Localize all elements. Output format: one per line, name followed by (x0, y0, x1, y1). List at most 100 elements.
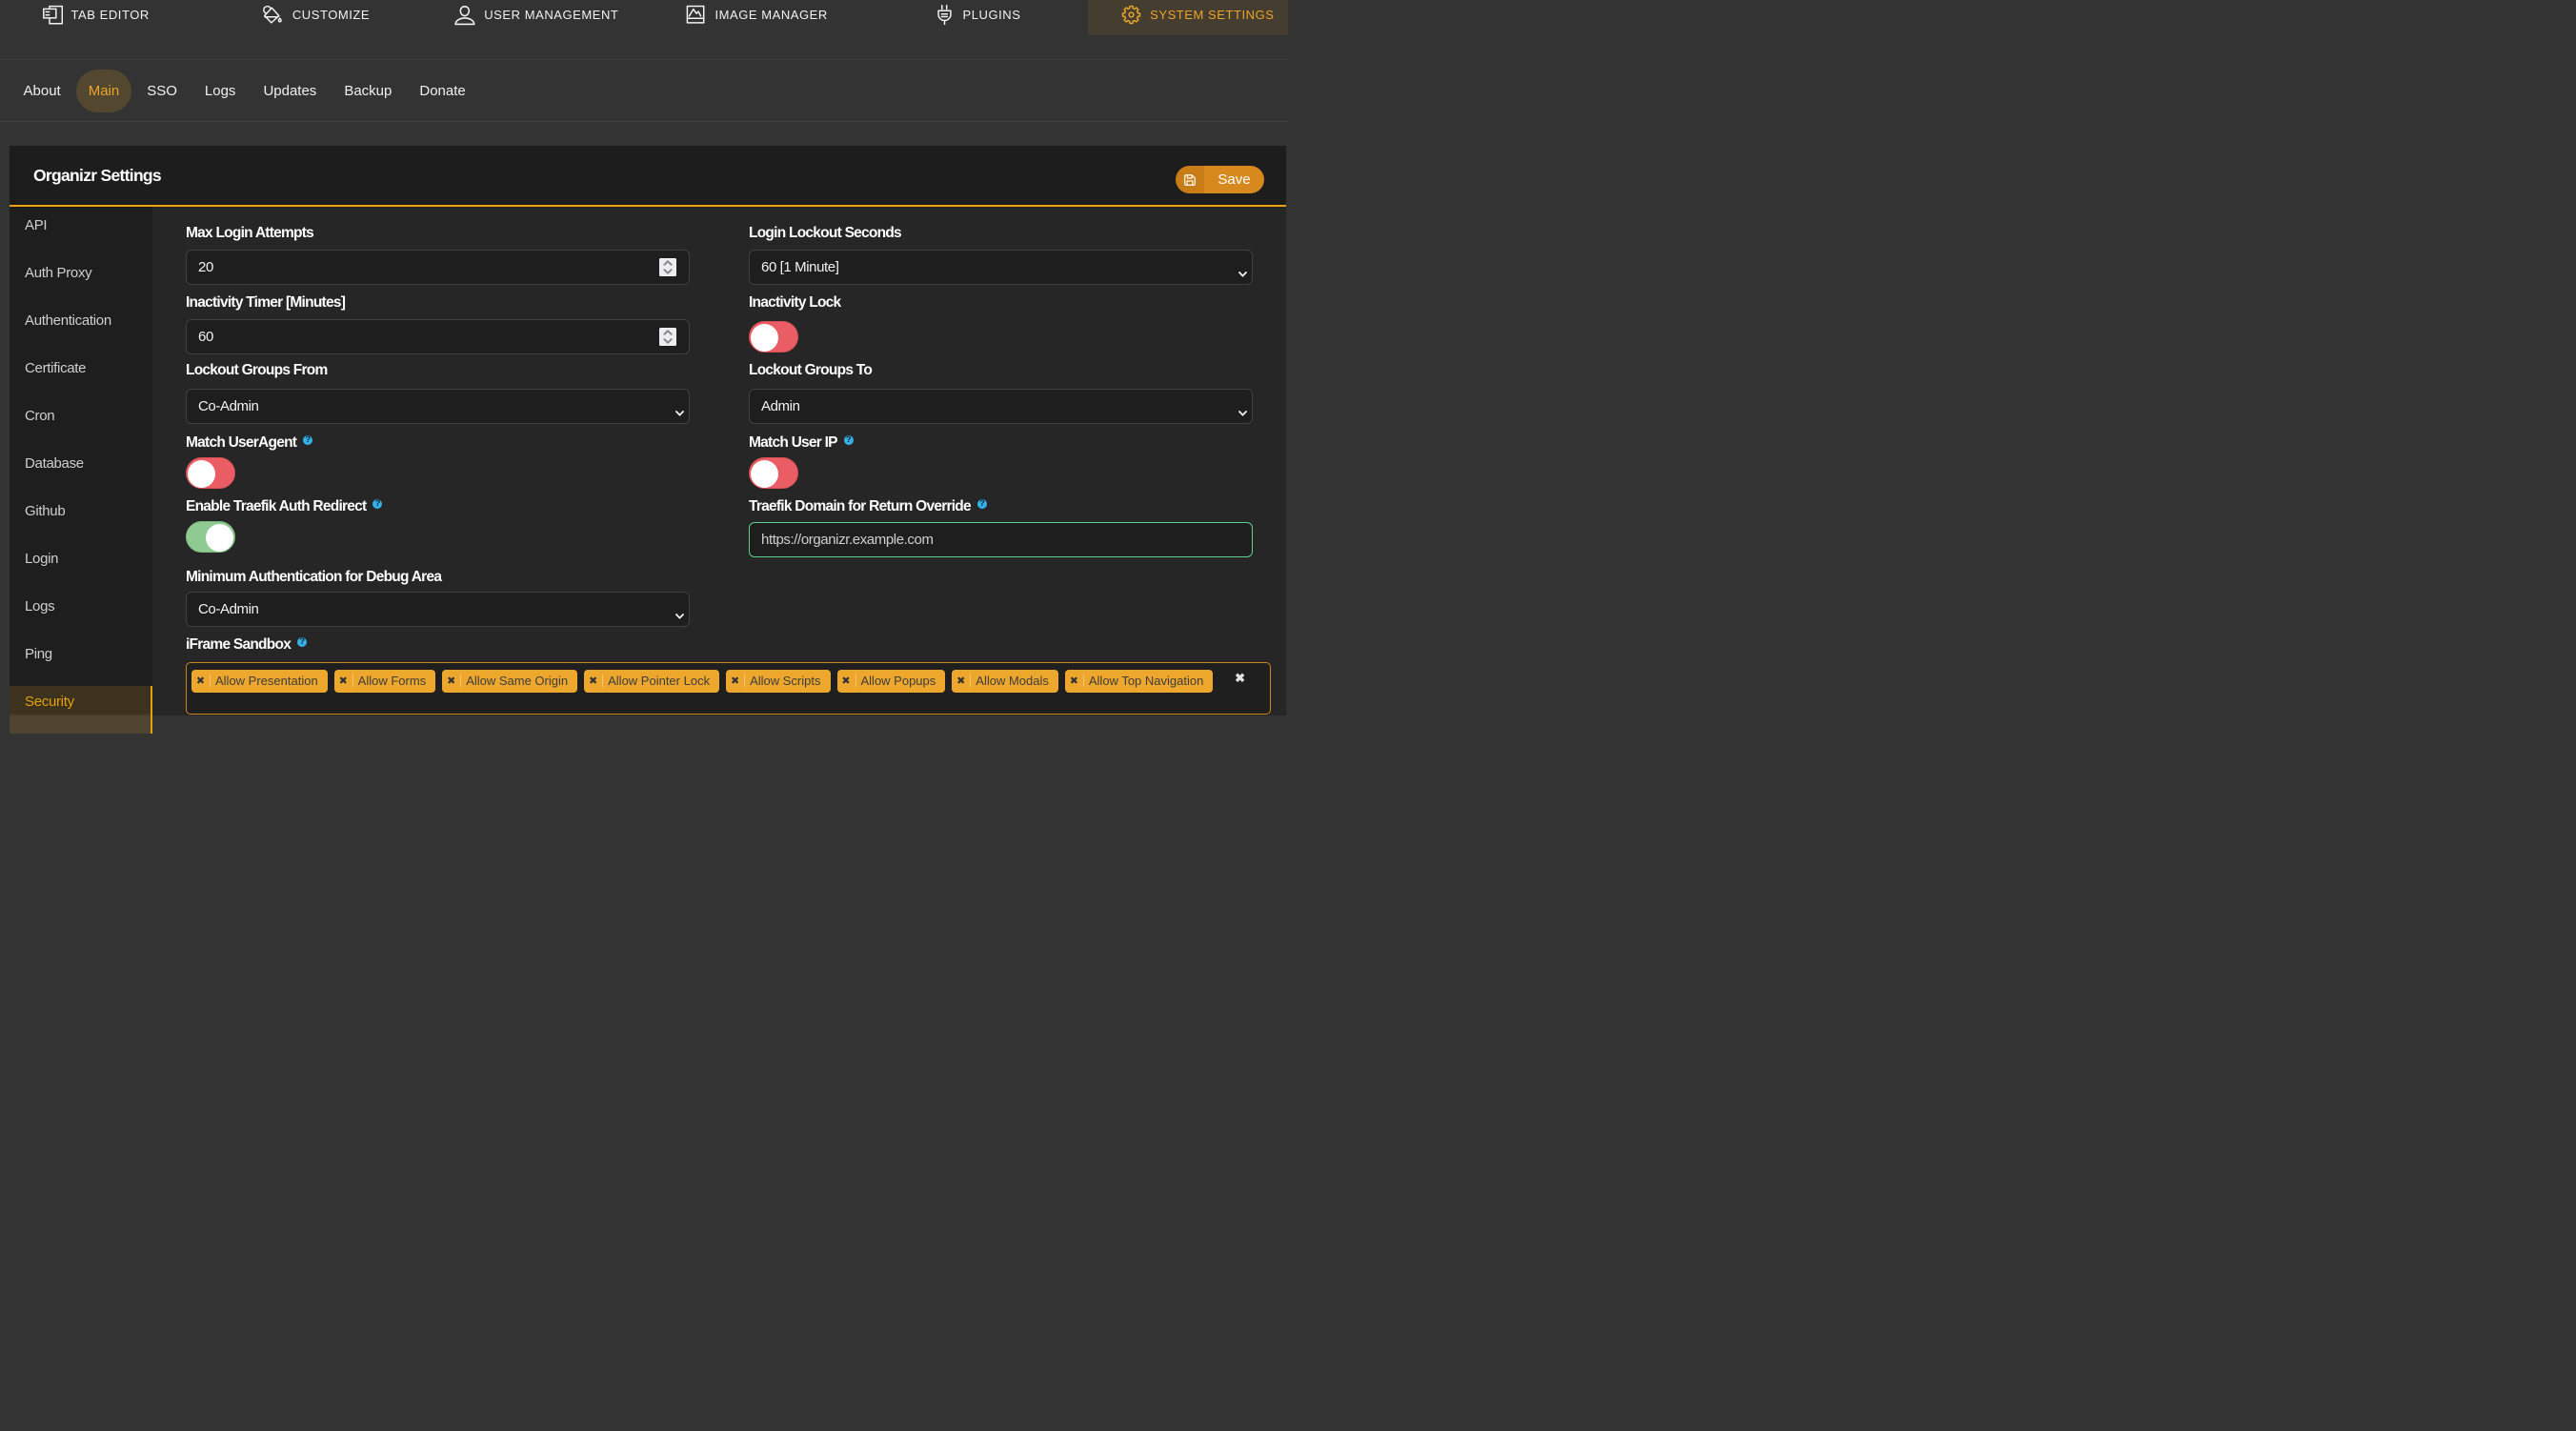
lockout-groups-from-select[interactable]: Co-Admin (186, 389, 690, 424)
tab-label: Main (88, 82, 120, 99)
tag-label: Allow Scripts (750, 674, 821, 688)
help-icon[interactable]: ? (303, 434, 313, 445)
sandbox-tag-chip[interactable]: ✖ Allow Scripts (726, 669, 831, 693)
field-label: iFrame Sandbox? (186, 636, 690, 653)
settings-tabs: About Main SSO Logs Updates Backup Donat… (0, 59, 1288, 122)
paint-bucket-icon (262, 5, 282, 24)
tab-updates[interactable]: Updates (250, 70, 331, 112)
field-label: Match User IP? (749, 434, 1253, 451)
help-icon[interactable]: ? (297, 636, 308, 647)
inactivity-timer-input[interactable]: 60 (186, 319, 690, 354)
field-label: Match UserAgent? (186, 434, 690, 451)
panel-header: Organizr Settings Save (10, 146, 1286, 207)
sandbox-tag-chip[interactable]: ✖ Allow Presentation (191, 669, 328, 693)
nav-user-management[interactable]: USER MANAGEMENT (427, 0, 647, 35)
tag-label: Allow Modals (976, 674, 1049, 688)
remove-tag-x-icon[interactable]: ✖ (952, 675, 972, 687)
login-lockout-seconds-select[interactable]: 60 [1 Minute] (749, 250, 1253, 285)
sidebar-item-cron[interactable]: Cron (10, 400, 152, 448)
traefik-auth-redirect-toggle[interactable] (186, 521, 235, 553)
nav-tab-editor[interactable]: TAB EDITOR (0, 0, 206, 35)
help-icon[interactable]: ? (976, 498, 987, 509)
tab-backup[interactable]: Backup (331, 70, 406, 112)
field-label: Lockout Groups From (186, 362, 328, 378)
sandbox-tag-chip[interactable]: ✖ Allow Popups (836, 669, 946, 693)
clear-all-x-icon[interactable]: ✖ (1235, 671, 1245, 686)
tab-donate[interactable]: Donate (406, 70, 479, 112)
nav-item-label: USER MANAGEMENT (484, 8, 619, 22)
lockout-groups-to-select[interactable]: Admin (749, 389, 1253, 424)
tab-main[interactable]: Main (76, 69, 131, 112)
settings-form: Max Login Attempts 20 Inactivity Timer [… (152, 207, 1286, 715)
number-stepper[interactable] (659, 327, 676, 347)
max-login-attempts-input[interactable]: 20 (186, 250, 690, 285)
nav-customize[interactable]: CUSTOMIZE (206, 0, 426, 35)
tab-editor-icon (42, 5, 63, 25)
help-icon[interactable]: ? (372, 498, 383, 509)
match-user-ip-toggle[interactable] (749, 457, 798, 489)
sidebar-item-login[interactable]: Login (10, 543, 152, 591)
remove-tag-x-icon[interactable]: ✖ (584, 675, 604, 687)
tab-about[interactable]: About (10, 70, 74, 112)
help-icon[interactable]: ? (843, 434, 854, 445)
chevron-down-icon (675, 607, 684, 623)
sandbox-tag-chip[interactable]: ✖ Allow Pointer Lock (584, 669, 720, 693)
nav-item-label: TAB EDITOR (70, 8, 150, 22)
match-useragent-toggle[interactable] (186, 457, 235, 489)
toggle-knob (206, 524, 233, 552)
tab-label: Updates (263, 82, 317, 99)
sidebar-item-ping[interactable]: Ping (10, 638, 152, 686)
image-icon (687, 5, 705, 24)
remove-tag-x-icon[interactable]: ✖ (1065, 675, 1084, 687)
settings-sidebar: API Auth Proxy Authentication Certificat… (10, 207, 152, 734)
tab-label: About (23, 82, 61, 99)
sidebar-item-database[interactable]: Database (10, 448, 152, 495)
remove-tag-x-icon[interactable]: ✖ (191, 675, 211, 687)
tab-logs[interactable]: Logs (191, 70, 250, 112)
remove-tag-x-icon[interactable]: ✖ (726, 675, 746, 687)
sidebar-item-certificate[interactable]: Certificate (10, 353, 152, 400)
inactivity-lock-toggle[interactable] (749, 321, 798, 353)
sidebar-item-auth-proxy[interactable]: Auth Proxy (10, 257, 152, 305)
field-label: Max Login Attempts (186, 225, 314, 241)
field-label: Enable Traefik Auth Redirect? (186, 498, 690, 514)
number-stepper[interactable] (659, 257, 676, 277)
nav-item-label: SYSTEM SETTINGS (1150, 8, 1275, 22)
user-icon (454, 5, 475, 25)
chevron-down-icon (675, 404, 684, 420)
chevron-down-icon (1238, 265, 1247, 281)
nav-system-settings[interactable]: SYSTEM SETTINGS (1087, 0, 1288, 35)
tab-sso[interactable]: SSO (133, 70, 191, 112)
remove-tag-x-icon[interactable]: ✖ (442, 675, 462, 687)
sandbox-tag-chip[interactable]: ✖ Allow Modals (952, 669, 1058, 693)
sandbox-tag-chip[interactable]: ✖ Allow Forms (333, 669, 436, 693)
save-button-label: Save (1204, 166, 1264, 193)
remove-tag-x-icon[interactable]: ✖ (334, 675, 353, 687)
floppy-disk-icon (1176, 166, 1204, 193)
tab-label: Logs (204, 82, 236, 99)
tag-label: Allow Pointer Lock (608, 674, 711, 688)
field-label: Inactivity Lock (749, 294, 841, 311)
panel-body: API Auth Proxy Authentication Certificat… (10, 207, 1286, 734)
sandbox-tag-chip[interactable]: ✖ Allow Top Navigation (1064, 669, 1214, 693)
organizr-settings-panel: Organizr Settings Save API Auth Proxy Au… (10, 146, 1286, 734)
tag-label: Allow Popups (860, 674, 936, 688)
sidebar-item-logs[interactable]: Logs (10, 591, 152, 638)
iframe-sandbox-tags-input[interactable]: ✖ Allow Presentation ✖ Allow Forms ✖ Allow Sa… (186, 661, 1271, 715)
save-button[interactable]: Save (1176, 166, 1264, 193)
page-title: Organizr Settings (33, 165, 162, 185)
sandbox-tag-chip[interactable]: ✖ Allow Same Origin (442, 669, 578, 693)
tag-chip-row: ✖ Allow Presentation ✖ Allow Forms ✖ Allow Sa… (191, 669, 1265, 693)
sidebar-item-github[interactable]: Github (10, 495, 152, 543)
traefik-domain-input[interactable]: https://organizr.example.com (749, 522, 1253, 557)
sidebar-item-api[interactable]: API (10, 210, 152, 257)
sidebar-item-security[interactable]: Security (10, 686, 152, 734)
tag-label: Allow Same Origin (466, 674, 569, 688)
nav-image-manager[interactable]: IMAGE MANAGER (647, 0, 867, 35)
nav-plugins[interactable]: PLUGINS (867, 0, 1087, 35)
field-label: Traefik Domain for Return Override? (749, 498, 1253, 514)
tag-label: Allow Presentation (215, 674, 318, 688)
remove-tag-x-icon[interactable]: ✖ (837, 675, 856, 687)
sidebar-item-authentication[interactable]: Authentication (10, 305, 152, 353)
minimum-authentication-select[interactable]: Co-Admin (186, 592, 690, 627)
